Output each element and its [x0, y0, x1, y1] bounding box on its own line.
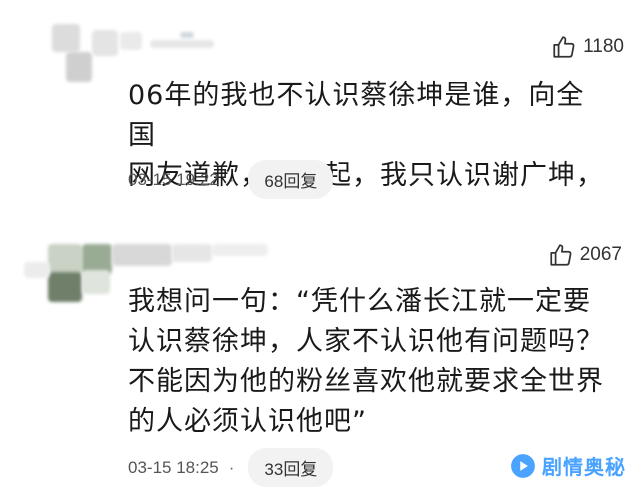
comment-meta: 03-15 18:25 · 33回复: [128, 448, 334, 487]
watermark-text: 剧情奥秘: [542, 455, 626, 479]
like-button[interactable]: 1180: [551, 34, 624, 60]
like-count: 2067: [579, 244, 622, 265]
play-logo-icon: [511, 453, 535, 478]
meta-separator: ·: [228, 457, 235, 477]
thumbs-up-icon: [550, 244, 572, 266]
meta-separator: ·: [228, 169, 235, 189]
comment-text: 我想问一句：“凭什么潘长江就一定要 认识蔡徐坤，人家不认识他有问题吗？ 不能因为…: [128, 282, 608, 442]
comment-text-line: 06年的我也不认识蔡徐坤是谁，向全国: [128, 80, 585, 151]
comment-timestamp: 03-15 19:22: [128, 169, 219, 189]
comment-text-line: 认识蔡徐坤，人家不认识他有问题吗？: [128, 326, 604, 357]
reply-button[interactable]: 33回复: [248, 448, 334, 487]
comment-timestamp: 03-15 18:25: [128, 457, 219, 477]
watermark: 剧情奥秘: [510, 451, 626, 480]
like-button[interactable]: 2067: [548, 242, 622, 268]
comment-meta: 03-15 19:22 · 68回复: [128, 160, 334, 199]
thumbs-up-icon: [553, 36, 575, 58]
reply-button[interactable]: 68回复: [248, 160, 334, 199]
comment-text-line: 的人必须认识他吧”: [128, 406, 367, 437]
comment-text-line: 不能因为他的粉丝喜欢他就要求全世界: [128, 366, 604, 397]
comment-item: 1180 06年的我也不认识蔡徐坤是谁，向全国 网友道歉，对不起，我只认识谢广坤…: [0, 0, 640, 222]
like-count: 1180: [583, 36, 624, 57]
comment-text-line: 我想问一句：“凭什么潘长江就一定要: [128, 286, 591, 317]
